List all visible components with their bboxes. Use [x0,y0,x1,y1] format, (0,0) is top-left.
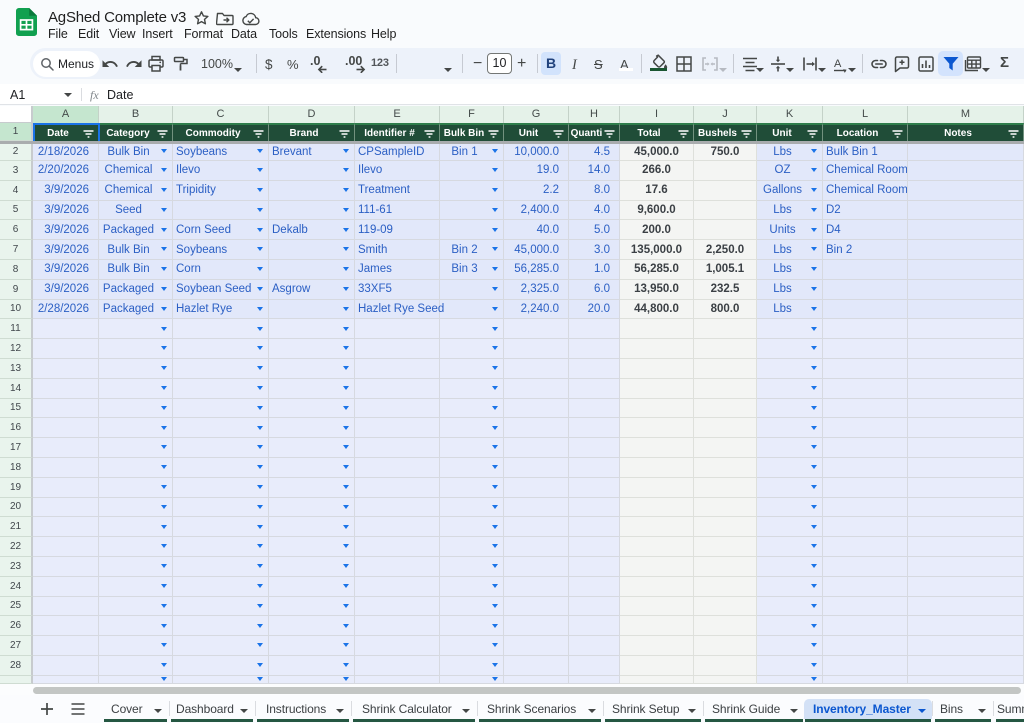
svg-text:A: A [834,58,842,70]
svg-text:.00: .00 [345,54,362,68]
svg-text:.0: .0 [310,54,320,68]
